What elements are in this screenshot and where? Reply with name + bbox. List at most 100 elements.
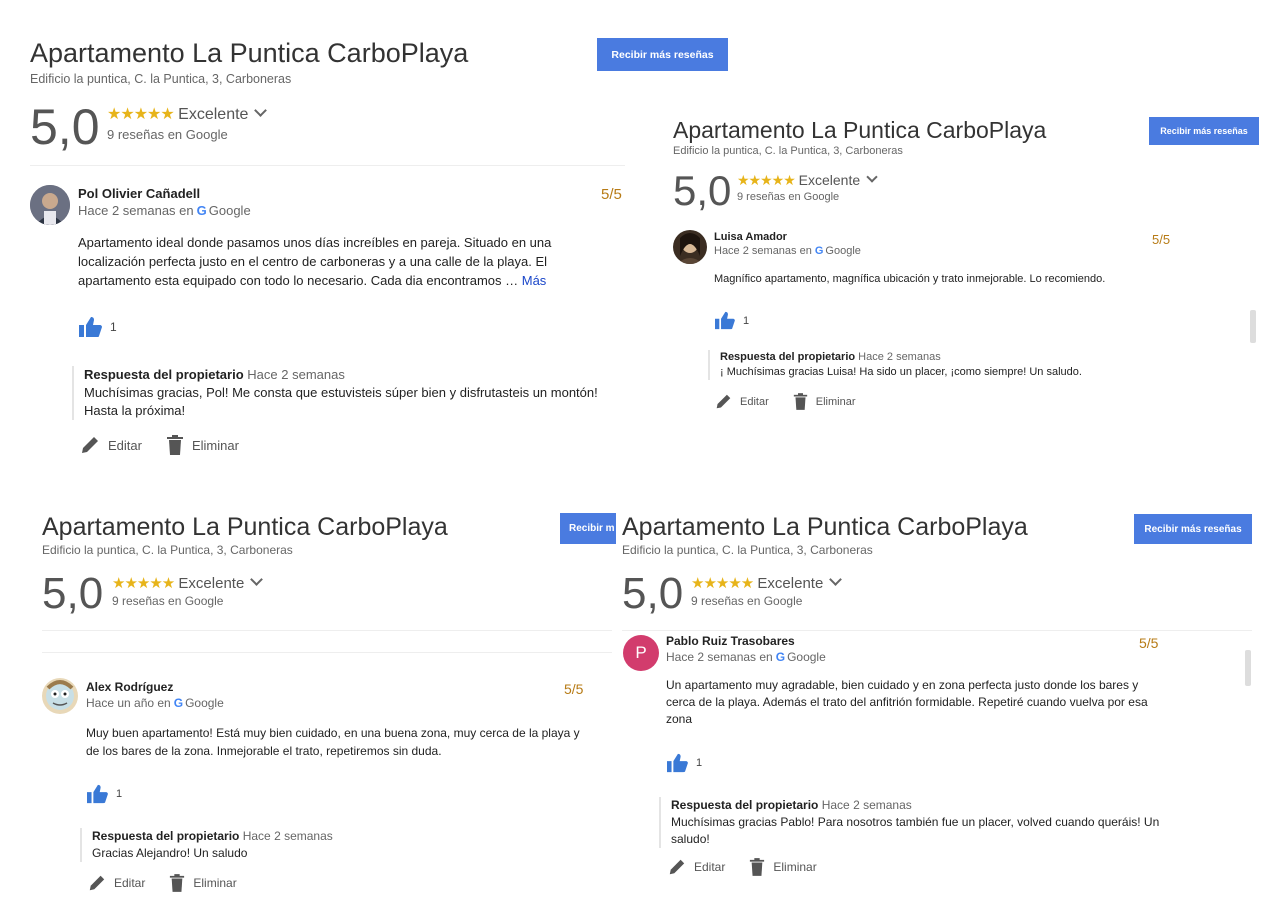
response-actions: Editar Eliminar (715, 393, 879, 410)
owner-response-label: Respuesta del propietario (671, 798, 819, 812)
get-more-reviews-button[interactable]: Recibir más reseñas (597, 38, 728, 71)
review-count[interactable]: 9 reseñas en Google (107, 127, 265, 142)
owner-response-date: Hace 2 semanas (242, 829, 333, 843)
rating-summary: ★★★★★ Excelente 9 reseñas en Google (737, 171, 878, 203)
delete-button[interactable]: Eliminar (169, 874, 237, 892)
chevron-down-icon[interactable] (250, 573, 264, 586)
get-more-reviews-button[interactable]: Recibir más reseñas (1149, 117, 1259, 145)
rating-score: 5,0 (30, 99, 100, 155)
scrollbar[interactable] (1245, 650, 1251, 686)
like-count: 1 (743, 314, 750, 327)
rating-label[interactable]: Excelente (178, 575, 244, 592)
google-icon: G (173, 696, 184, 710)
avatar[interactable]: P (623, 635, 659, 671)
place-title: Apartamento La Puntica CarboPlaya (673, 117, 1047, 143)
delete-button[interactable]: Eliminar (749, 858, 817, 876)
edit-button[interactable]: Editar (668, 858, 725, 876)
review-count[interactable]: 9 reseñas en Google (691, 594, 840, 608)
owner-response-label: Respuesta del propietario (84, 367, 244, 382)
owner-response: Respuesta del propietario Hace 2 semanas… (659, 797, 1161, 848)
review-panel-3: Apartamento La Puntica CarboPlaya Edific… (0, 500, 620, 900)
edit-button[interactable]: Editar (80, 435, 142, 455)
avatar-letter: P (635, 643, 647, 662)
chevron-down-icon[interactable] (829, 573, 843, 586)
like-button[interactable]: 1 (86, 784, 122, 804)
button-label: Recibir más reseñas (1160, 126, 1248, 136)
owner-response-text: Muchísimas gracias, Pol! Me consta que e… (84, 385, 598, 418)
rating-score: 5,0 (622, 569, 684, 618)
owner-response-text: Gracias Alejandro! Un saludo (92, 846, 248, 860)
review-body: Apartamento ideal donde pasamos unos día… (78, 235, 552, 288)
edit-button[interactable]: Editar (715, 393, 769, 410)
thumbs-up-icon (667, 753, 688, 773)
review-source: Google (185, 696, 224, 710)
rating-label[interactable]: Excelente (757, 575, 823, 592)
delete-button[interactable]: Eliminar (166, 435, 239, 455)
reviewer-name[interactable]: Alex Rodríguez (86, 680, 173, 694)
rating-label[interactable]: Excelente (799, 172, 860, 188)
button-label: Recibir m (569, 523, 615, 534)
reviewer-name[interactable]: Pablo Ruiz Trasobares (666, 634, 795, 648)
chevron-down-icon[interactable] (254, 104, 268, 117)
review-count[interactable]: 9 reseñas en Google (112, 594, 261, 608)
star-rating-icon: ★★★★★ (107, 106, 175, 123)
more-link[interactable]: Más (522, 273, 547, 288)
review-panel-2: Apartamento La Puntica CarboPlaya Edific… (660, 100, 1274, 430)
rating-summary: ★★★★★ Excelente 9 reseñas en Google (107, 104, 268, 142)
review-count[interactable]: 9 reseñas en Google (737, 191, 876, 203)
get-more-reviews-button[interactable]: Recibir m (560, 513, 616, 544)
like-count: 1 (696, 757, 703, 769)
edit-label: Editar (114, 876, 146, 890)
reviewer-name[interactable]: Luisa Amador (714, 231, 787, 243)
avatar[interactable] (42, 678, 78, 714)
place-address: Edificio la puntica, C. la Puntica, 3, C… (673, 145, 903, 157)
place-title: Apartamento La Puntica CarboPlaya (30, 38, 469, 68)
like-button[interactable]: 1 (666, 753, 702, 773)
review-source: Google (208, 203, 251, 218)
rating-score: 5,0 (673, 167, 732, 214)
owner-response-label: Respuesta del propietario (92, 829, 240, 843)
review-text: Magnífico apartamento, magnífica ubicaci… (714, 273, 1106, 285)
edit-label: Editar (740, 395, 769, 408)
owner-response-date: Hace 2 semanas (247, 367, 345, 382)
review-meta: Hace 2 semanas en G Google (666, 650, 826, 664)
owner-response: Respuesta del propietario Hace 2 semanas… (80, 828, 572, 862)
like-button[interactable]: 1 (714, 311, 749, 330)
edit-label: Editar (694, 860, 726, 874)
edit-label: Editar (108, 437, 142, 453)
pencil-icon (89, 875, 105, 891)
google-icon: G (775, 650, 786, 664)
divider (30, 165, 625, 166)
pencil-icon (716, 394, 731, 409)
get-more-reviews-button[interactable]: Recibir más reseñas (1134, 514, 1252, 544)
pencil-icon (82, 437, 98, 453)
review-panel-1: Apartamento La Puntica CarboPlaya Edific… (0, 0, 728, 470)
owner-response-text: ¡ Muchísimas gracias Luisa! Ha sido un p… (720, 366, 1082, 378)
like-button[interactable]: 1 (78, 316, 117, 338)
review-date: Hace 2 semanas en (666, 650, 773, 664)
avatar[interactable] (30, 185, 70, 225)
avatar[interactable] (673, 230, 707, 264)
review-source: Google (825, 245, 861, 257)
review-score: 5/5 (601, 186, 622, 203)
rating-summary: ★★★★★ Excelente 9 reseñas en Google (112, 573, 264, 608)
edit-button[interactable]: Editar (88, 874, 145, 892)
scrollbar[interactable] (1250, 310, 1256, 343)
place-title: Apartamento La Puntica CarboPlaya (622, 513, 1028, 541)
place-address: Edificio la puntica, C. la Puntica, 3, C… (30, 72, 292, 86)
owner-response: Respuesta del propietario Hace 2 semanas… (72, 366, 624, 420)
place-header: Apartamento La Puntica CarboPlaya Edific… (622, 513, 1028, 557)
review-meta: Hace 2 semanas en G Google (78, 203, 251, 218)
place-header: Apartamento La Puntica CarboPlaya Edific… (42, 513, 448, 557)
review-score: 5/5 (564, 681, 584, 697)
reviewer-name[interactable]: Pol Olivier Cañadell (78, 186, 200, 201)
rating-label[interactable]: Excelente (178, 106, 248, 123)
delete-button[interactable]: Eliminar (793, 393, 855, 410)
button-label: Recibir más reseñas (611, 48, 714, 61)
rating-summary: ★★★★★ Excelente 9 reseñas en Google (691, 573, 843, 608)
rating-score: 5,0 (42, 569, 104, 618)
review-score: 5/5 (1139, 635, 1159, 651)
review-date: Hace 2 semanas en (714, 245, 812, 257)
owner-response-date: Hace 2 semanas (858, 351, 941, 363)
chevron-down-icon[interactable] (866, 171, 878, 183)
